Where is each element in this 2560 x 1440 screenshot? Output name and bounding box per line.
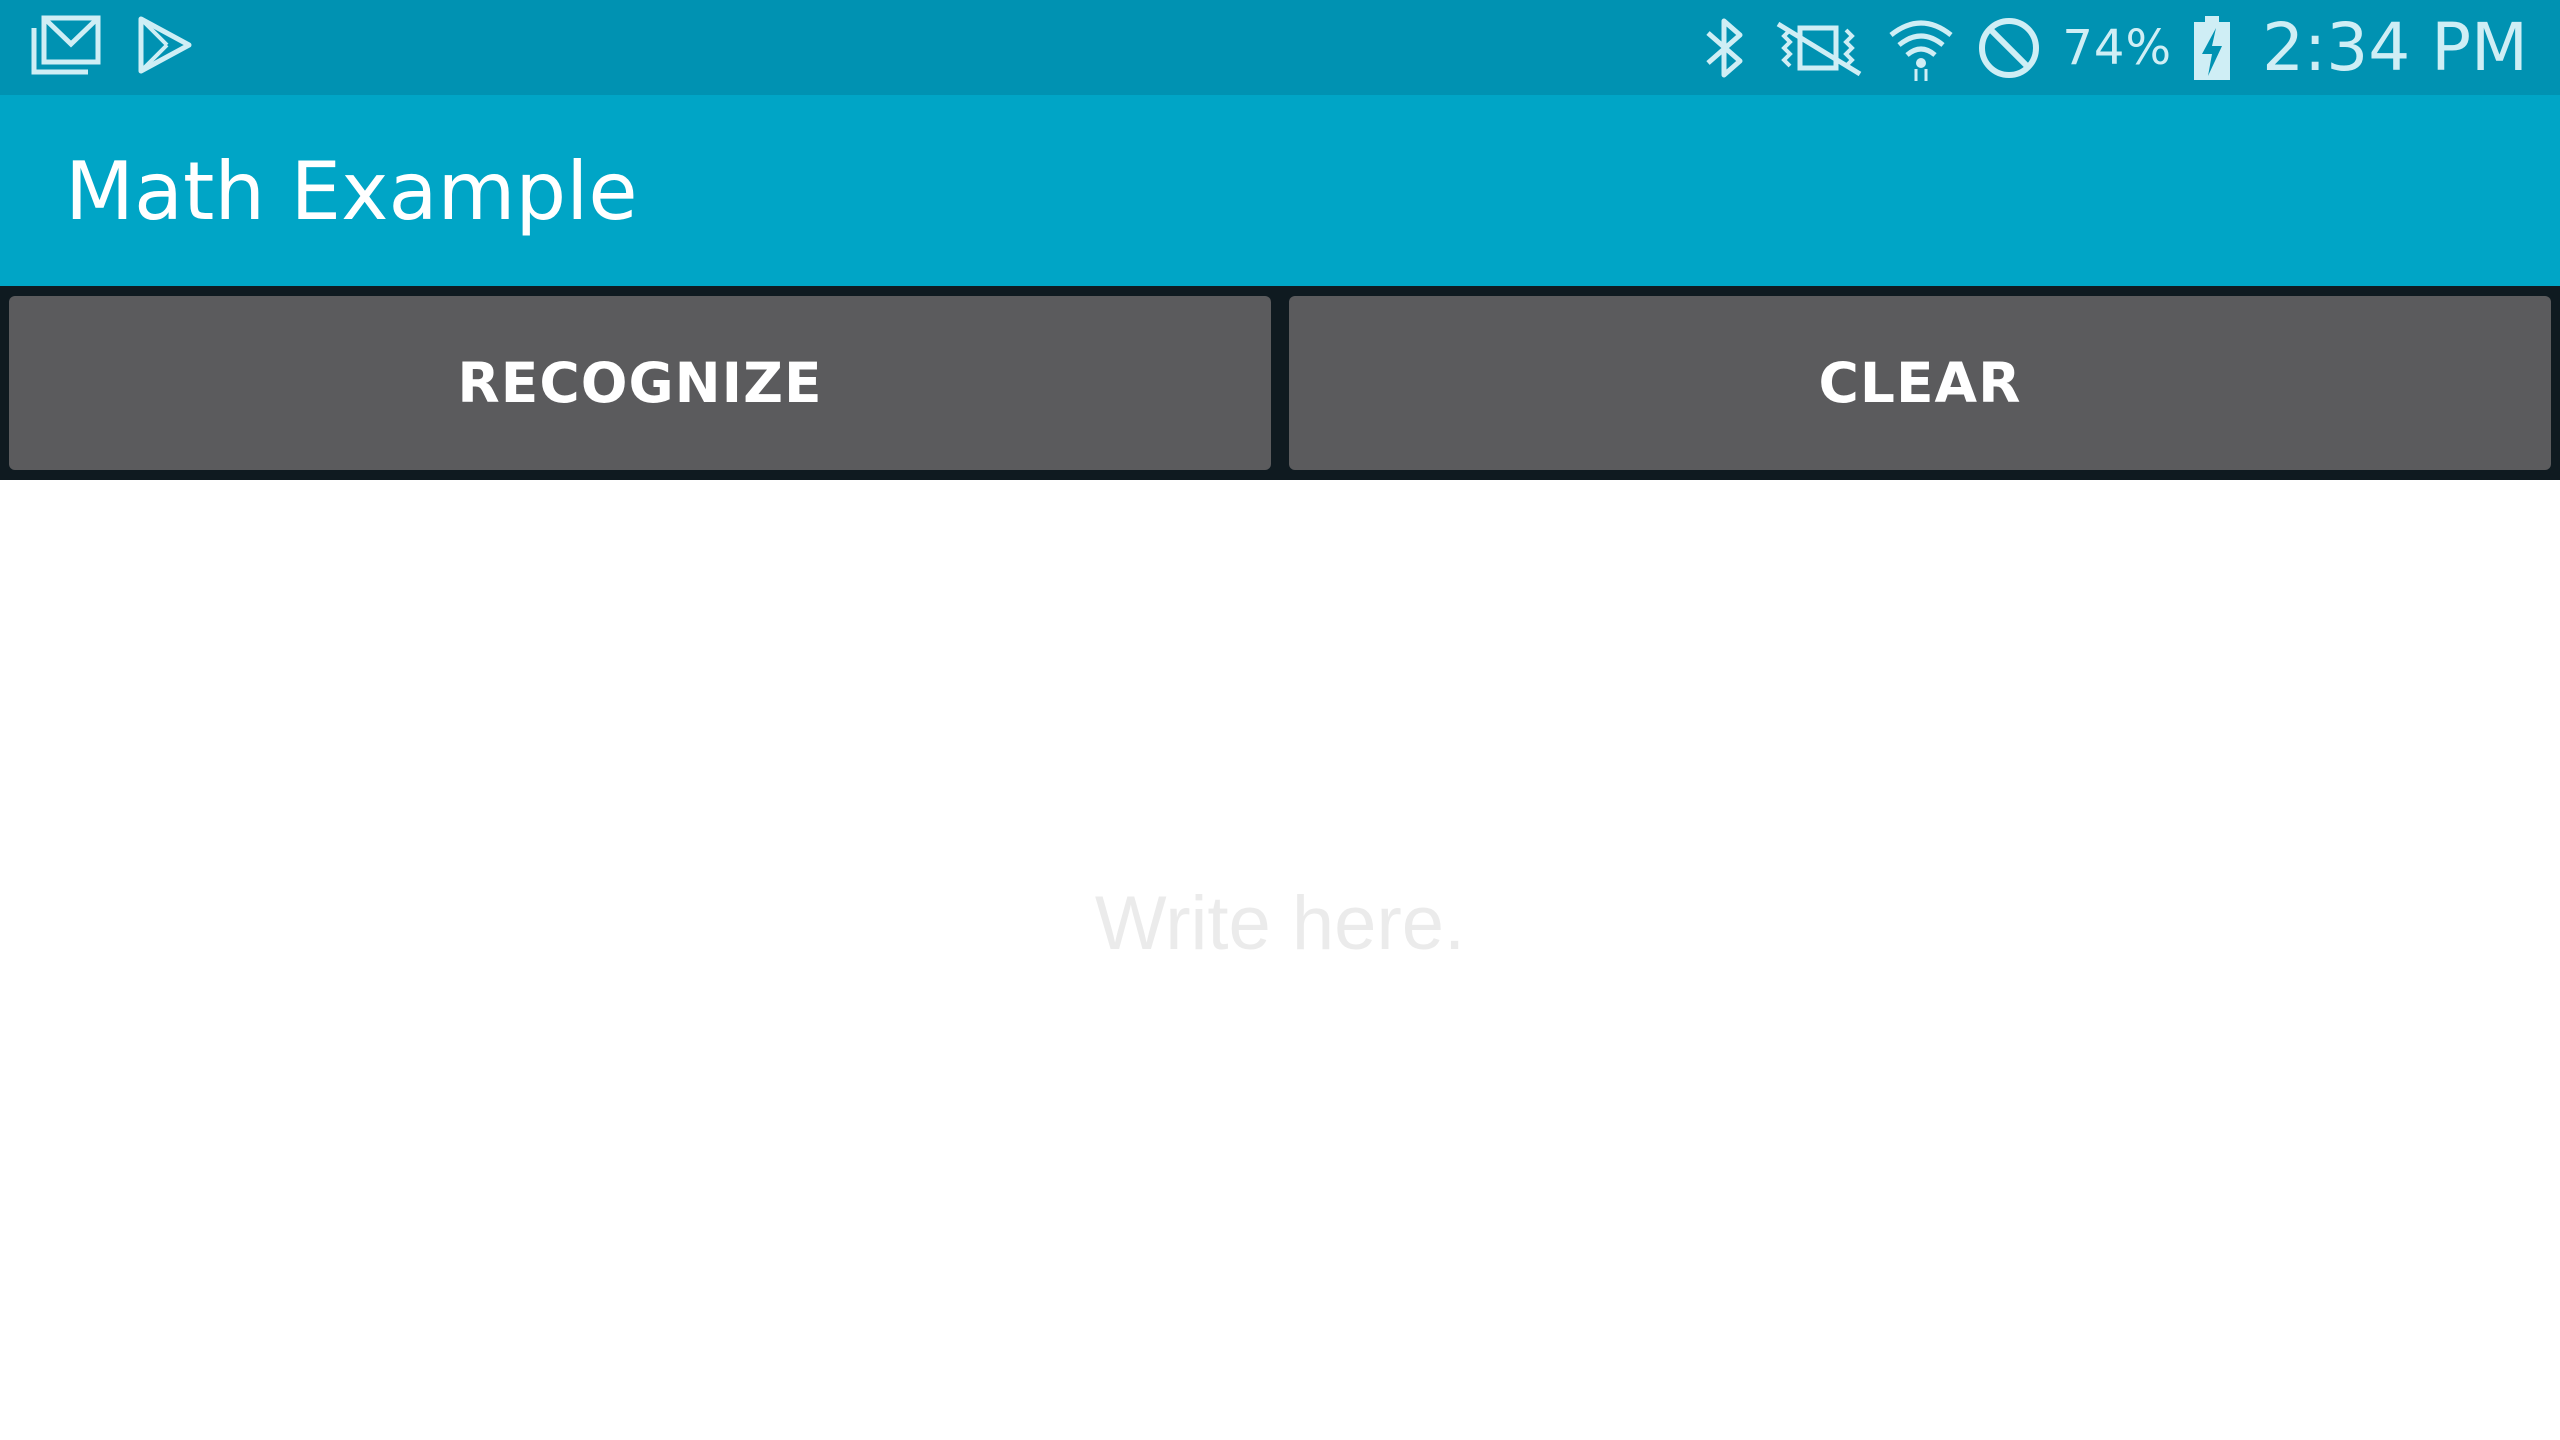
wifi-icon: [1886, 13, 1956, 83]
app-title: Math Example: [65, 145, 638, 238]
notification-icons: [30, 14, 193, 76]
clear-button[interactable]: CLEAR: [1289, 296, 2551, 470]
system-status: 74% 2:34 PM: [1700, 0, 2528, 95]
recognize-button[interactable]: RECOGNIZE: [9, 296, 1271, 470]
play-store-icon: [137, 15, 193, 75]
canvas-placeholder: Write here.: [1094, 881, 1466, 966]
status-bar: 74% 2:34 PM: [0, 0, 2560, 95]
vibrate-icon: [1770, 18, 1866, 78]
handwriting-canvas[interactable]: Write here.: [0, 480, 2560, 1440]
battery-charging-icon: [2192, 14, 2232, 82]
gmail-icon: [30, 14, 102, 76]
app-bar: Math Example: [0, 95, 2560, 286]
battery-percentage: 74%: [2062, 19, 2173, 76]
bluetooth-icon: [1700, 15, 1750, 81]
status-clock: 2:34 PM: [2262, 9, 2528, 86]
button-toolbar: RECOGNIZE CLEAR: [0, 286, 2560, 480]
do-not-disturb-icon: [1976, 15, 2042, 81]
